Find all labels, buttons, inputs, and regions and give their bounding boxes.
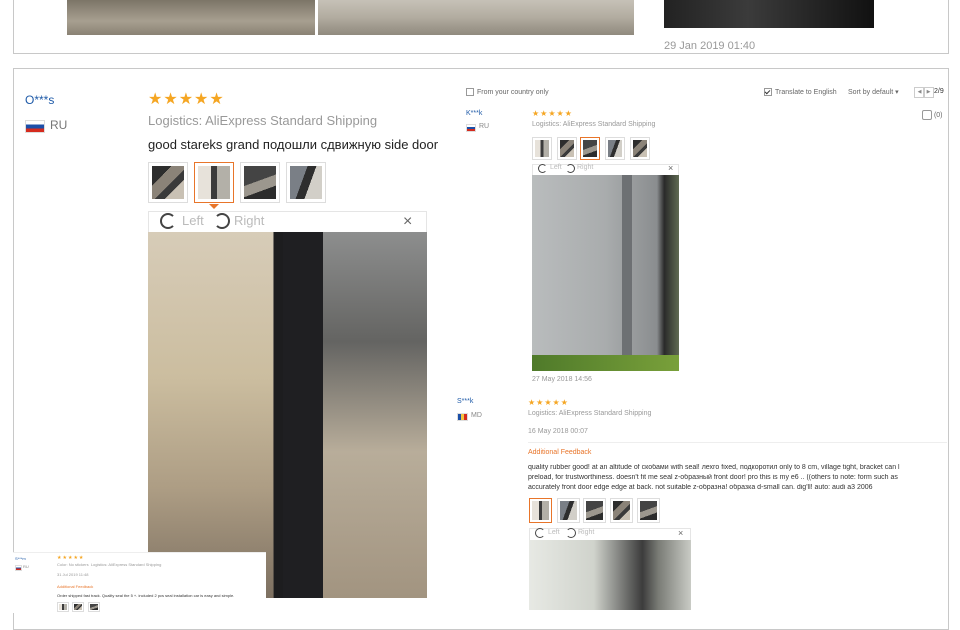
additional-feedback-label: Additional Feedback [57, 584, 94, 589]
rotate-left-label[interactable]: Left [182, 213, 204, 228]
close-viewer-button[interactable]: × [678, 528, 683, 538]
review-thumbnail[interactable] [240, 162, 280, 203]
review-thumbnail-selected[interactable] [194, 162, 234, 203]
translate-checkbox[interactable] [764, 88, 772, 96]
from-country-label: From your country only [477, 88, 549, 96]
review-photo-large [148, 232, 427, 598]
logistics-line: Logistics: AliExpress Standard Shipping [148, 113, 377, 128]
from-country-filter[interactable]: From your country only [466, 88, 549, 96]
translate-label: Translate to English [775, 88, 837, 96]
mini-meta: Color: No stickers Logistics: AliExpress… [57, 562, 161, 567]
page-indicator: 2/9 [934, 88, 944, 95]
logistics-label: Logistics: [528, 410, 558, 417]
review-thumbnail[interactable] [286, 162, 326, 203]
review-thumbnail[interactable] [630, 137, 650, 160]
review-photo-large [529, 540, 691, 610]
reviewer-country: MD [471, 412, 482, 419]
chevron-right-icon: ▶ [926, 89, 931, 95]
previous-review-photo-1[interactable] [67, 0, 315, 35]
review-thumbnail[interactable] [57, 602, 69, 612]
country-flag [15, 565, 22, 571]
previous-review-date: 29 Jan 2019 01:40 [664, 40, 756, 52]
rotate-left-label[interactable]: Left [550, 164, 562, 171]
additional-feedback-label: Additional Feedback [528, 449, 592, 456]
reviewer-name[interactable]: S***m [15, 556, 26, 561]
chevron-down-icon: ▾ [895, 89, 899, 96]
review-photo-large [532, 175, 679, 371]
logistics-value: AliExpress Standard Shipping [558, 410, 652, 417]
rotate-right-icon[interactable] [566, 528, 576, 538]
rotate-left-icon[interactable] [160, 213, 176, 229]
star-rating: ★★★★★ [528, 398, 569, 407]
review-thumbnail[interactable] [605, 137, 625, 160]
country-flag [457, 413, 468, 421]
helpful-button[interactable]: (0) [922, 110, 943, 120]
rotate-left-icon[interactable] [535, 528, 545, 538]
logistics-line: Logistics: AliExpress Standard Shipping [528, 410, 651, 417]
additional-feedback-text-2: preload, for trustworthiness. doesn't fi… [528, 474, 898, 481]
review-date: 27 May 2018 14:56 [532, 376, 592, 383]
color-value: No stickers [68, 562, 89, 567]
star-rating: ★★★★★ [57, 555, 85, 561]
review-thumbnail[interactable] [557, 137, 577, 160]
star-rating: ★★★★★ [532, 109, 573, 118]
additional-feedback-text-1: quality rubber good! at an altitude of с… [528, 464, 900, 471]
thumbs-up-icon [922, 110, 932, 120]
translate-toggle[interactable]: Translate to English [764, 88, 837, 96]
helpful-count: (0) [933, 111, 943, 119]
close-viewer-button[interactable]: × [403, 213, 412, 231]
review-text: good stareks grand подошли сдвижную side… [148, 137, 439, 152]
sort-label: Sort by default [848, 89, 894, 96]
rotate-right-label[interactable]: Right [578, 529, 594, 536]
page-next-button[interactable]: ▶ [923, 87, 934, 98]
additional-feedback-text: Order shipped fast track. Quality seal t… [57, 593, 235, 598]
review-date: 16 May 2018 00:07 [528, 428, 588, 435]
color-label: Color: [57, 562, 68, 567]
reviewer-name[interactable]: S***k [457, 398, 473, 405]
review-thumbnail[interactable] [88, 602, 100, 612]
review-divider [528, 442, 947, 443]
rotate-right-icon[interactable] [566, 164, 575, 173]
reviewer-name[interactable]: K***k [466, 110, 482, 117]
reviewer-country: RU [479, 123, 490, 130]
logistics-value: AliExpress Standard Shipping [108, 562, 162, 567]
review-thumbnail[interactable] [583, 498, 606, 523]
reviewer-country: RU [50, 118, 68, 132]
rotate-left-label[interactable]: Left [548, 529, 560, 536]
review-thumbnail[interactable] [610, 498, 633, 523]
rotate-left-icon[interactable] [538, 164, 547, 173]
additional-feedback-text-3: accurately front door edge edge at back.… [528, 484, 873, 491]
country-flag [25, 120, 45, 133]
review-thumbnail[interactable] [148, 162, 188, 203]
reviewer-country: RU [23, 564, 29, 569]
chevron-left-icon: ◀ [917, 89, 922, 95]
rotate-right-label[interactable]: Right [577, 164, 593, 171]
previous-review-photo-3[interactable] [664, 0, 874, 28]
review-thumbnail[interactable] [72, 602, 84, 612]
review-thumbnail[interactable] [557, 498, 580, 523]
logistics-label: Logistics: [148, 113, 203, 128]
review-thumbnail[interactable] [532, 137, 552, 160]
rotate-right-icon[interactable] [214, 213, 230, 229]
review-thumbnail[interactable] [637, 498, 660, 523]
sort-dropdown[interactable]: Sort by default ▾ [848, 88, 899, 96]
logistics-value: AliExpress Standard Shipping [562, 121, 656, 128]
review-date: 31 Jul 2019 11:48 [57, 572, 89, 577]
logistics-value: AliExpress Standard Shipping [205, 113, 378, 128]
previous-review-photo-2[interactable] [318, 0, 634, 35]
star-rating: ★★★★★ [148, 91, 225, 108]
review-thumbnail-selected[interactable] [580, 137, 600, 160]
reviewer-name[interactable]: O***s [25, 93, 54, 107]
country-flag [466, 124, 476, 132]
logistics-label: Logistics: [90, 562, 108, 567]
close-viewer-button[interactable]: × [668, 163, 673, 173]
selected-caret [209, 204, 219, 209]
logistics-line: Logistics: AliExpress Standard Shipping [532, 121, 655, 128]
review-thumbnail-selected[interactable] [529, 498, 552, 523]
logistics-label: Logistics: [532, 121, 562, 128]
rotate-right-label[interactable]: Right [234, 213, 264, 228]
from-country-checkbox[interactable] [466, 88, 474, 96]
